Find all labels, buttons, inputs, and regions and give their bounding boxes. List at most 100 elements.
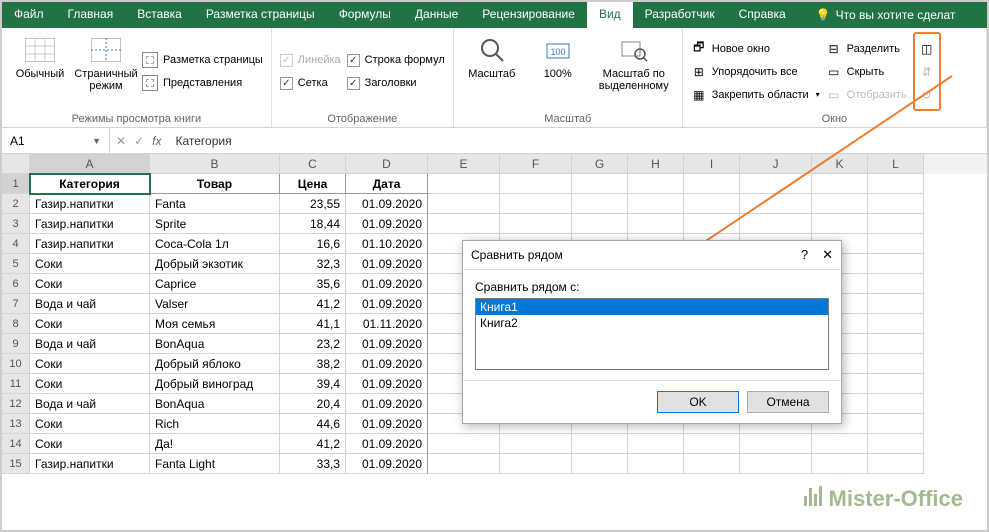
new-window[interactable]: 🗗Новое окно	[691, 39, 820, 59]
cell[interactable]: 23,2	[280, 334, 346, 354]
tab-справка[interactable]: Справка	[727, 2, 798, 28]
cell[interactable]	[868, 234, 924, 254]
cell[interactable]	[684, 194, 740, 214]
cell[interactable]	[500, 434, 572, 454]
row-header[interactable]: 13	[2, 414, 30, 434]
cell[interactable]	[740, 194, 812, 214]
cell[interactable]	[500, 454, 572, 474]
zoom-selection[interactable]: Масштаб по выделенному	[594, 32, 674, 111]
freeze-panes[interactable]: ▦Закрепить области▾	[691, 85, 820, 105]
cell[interactable]: Добрый яблоко	[150, 354, 280, 374]
compare-listbox[interactable]: Книга1 Книга2	[475, 298, 829, 370]
cell[interactable]	[572, 454, 628, 474]
cell[interactable]: 01.09.2020	[346, 254, 428, 274]
view-side-by-side[interactable]: ◫	[919, 39, 935, 59]
cell[interactable]: Fanta	[150, 194, 280, 214]
cell[interactable]	[628, 454, 684, 474]
cell[interactable]	[684, 214, 740, 234]
view-custom[interactable]: Представления	[142, 73, 263, 93]
cell[interactable]	[572, 194, 628, 214]
cell[interactable]: Соки	[30, 434, 150, 454]
row-header[interactable]: 12	[2, 394, 30, 414]
cell[interactable]: 44,6	[280, 414, 346, 434]
col-header[interactable]: I	[684, 154, 740, 174]
col-header[interactable]: H	[628, 154, 684, 174]
row-header[interactable]: 15	[2, 454, 30, 474]
cell[interactable]	[628, 434, 684, 454]
cell[interactable]: 41,1	[280, 314, 346, 334]
cell[interactable]: Моя семья	[150, 314, 280, 334]
tab-главная[interactable]: Главная	[56, 2, 126, 28]
row-header[interactable]: 3	[2, 214, 30, 234]
cancel-button[interactable]: Отмена	[747, 391, 829, 413]
row-header[interactable]: 10	[2, 354, 30, 374]
cell[interactable]: 41,2	[280, 294, 346, 314]
cell[interactable]: Fanta Light	[150, 454, 280, 474]
cell[interactable]: Caprice	[150, 274, 280, 294]
ok-button[interactable]: OK	[657, 391, 739, 413]
cell[interactable]: Цена	[280, 174, 346, 194]
cell[interactable]	[428, 194, 500, 214]
cell[interactable]	[572, 434, 628, 454]
hide-window[interactable]: ▭Скрыть	[826, 62, 907, 82]
list-item[interactable]: Книга1	[476, 299, 828, 315]
cell[interactable]	[868, 414, 924, 434]
row-header[interactable]: 14	[2, 434, 30, 454]
cell[interactable]	[868, 454, 924, 474]
view-page-break[interactable]: Страничный режим	[76, 32, 136, 111]
cell[interactable]: 01.09.2020	[346, 354, 428, 374]
cell[interactable]	[868, 374, 924, 394]
col-header[interactable]: B	[150, 154, 280, 174]
cell[interactable]	[740, 454, 812, 474]
cell[interactable]: 01.11.2020	[346, 314, 428, 334]
cell[interactable]: BonAqua	[150, 334, 280, 354]
cell[interactable]: Добрый виноград	[150, 374, 280, 394]
cell[interactable]	[428, 454, 500, 474]
cell[interactable]: Соки	[30, 254, 150, 274]
cell[interactable]: 01.10.2020	[346, 234, 428, 254]
row-header[interactable]: 8	[2, 314, 30, 334]
tab-рецензирование[interactable]: Рецензирование	[470, 2, 587, 28]
dialog-titlebar[interactable]: Сравнить рядом ? ✕	[463, 241, 841, 270]
cell[interactable]: Дата	[346, 174, 428, 194]
chk-ruler[interactable]: ✓Линейка	[280, 50, 341, 70]
col-header[interactable]: E	[428, 154, 500, 174]
cell[interactable]: 41,2	[280, 434, 346, 454]
arrange-all[interactable]: ⊞Упорядочить все	[691, 62, 820, 82]
chk-formula-bar[interactable]: ✓Строка формул	[347, 50, 445, 70]
col-header[interactable]: L	[868, 154, 924, 174]
cell[interactable]	[572, 214, 628, 234]
cell[interactable]: 18,44	[280, 214, 346, 234]
cell[interactable]: 01.09.2020	[346, 434, 428, 454]
cell[interactable]	[572, 174, 628, 194]
row-header[interactable]: 9	[2, 334, 30, 354]
col-header[interactable]: J	[740, 154, 812, 174]
cell[interactable]: 35,6	[280, 274, 346, 294]
name-box[interactable]: A1 ▼	[2, 128, 110, 153]
row-header[interactable]: 4	[2, 234, 30, 254]
cell[interactable]: Соки	[30, 354, 150, 374]
cell[interactable]	[868, 214, 924, 234]
row-header[interactable]: 5	[2, 254, 30, 274]
cell[interactable]: Соки	[30, 314, 150, 334]
cell[interactable]	[868, 334, 924, 354]
cell[interactable]: 01.09.2020	[346, 274, 428, 294]
cell[interactable]: Товар	[150, 174, 280, 194]
cell[interactable]	[684, 454, 740, 474]
zoom-btn[interactable]: Масштаб	[462, 32, 522, 111]
formula-input[interactable]: Категория	[167, 134, 987, 148]
chk-gridlines[interactable]: ✓Сетка	[280, 73, 341, 93]
cell[interactable]: 01.09.2020	[346, 414, 428, 434]
cell[interactable]	[812, 174, 868, 194]
cell[interactable]: Coca-Cola 1л	[150, 234, 280, 254]
cell[interactable]	[684, 434, 740, 454]
cell[interactable]: 01.09.2020	[346, 194, 428, 214]
list-item[interactable]: Книга2	[476, 315, 828, 331]
close-icon[interactable]: ✕	[822, 247, 833, 263]
cell[interactable]	[812, 454, 868, 474]
cancel-icon[interactable]: ✕	[116, 134, 126, 148]
cell[interactable]: Вода и чай	[30, 394, 150, 414]
row-header[interactable]: 7	[2, 294, 30, 314]
cell[interactable]: Rich	[150, 414, 280, 434]
cell[interactable]	[740, 174, 812, 194]
